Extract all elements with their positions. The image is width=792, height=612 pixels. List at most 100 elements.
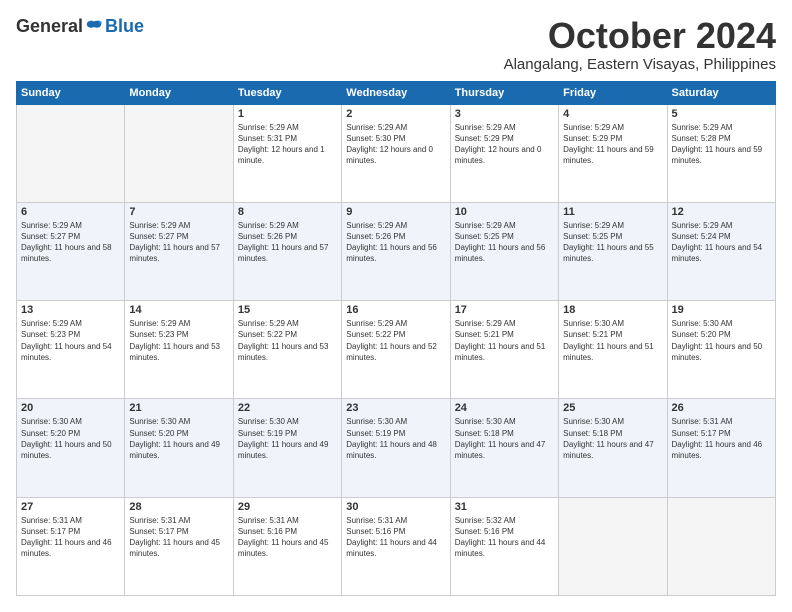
calendar-day-cell: 14 Sunrise: 5:29 AMSunset: 5:23 PMDayligh…: [125, 301, 233, 399]
day-info: Sunrise: 5:29 AMSunset: 5:29 PMDaylight:…: [455, 122, 554, 167]
day-info: Sunrise: 5:29 AMSunset: 5:22 PMDaylight:…: [346, 318, 445, 363]
calendar-day-cell: 2 Sunrise: 5:29 AMSunset: 5:30 PMDaylight…: [342, 104, 450, 202]
day-number: 10: [455, 206, 554, 218]
day-number: 23: [346, 402, 445, 414]
day-number: 12: [672, 206, 771, 218]
calendar-day-cell: 17Sunrise: 5:29 AMSunset: 5:21 PMDayligh…: [450, 301, 558, 399]
day-info: Sunrise: 5:29 AMSunset: 5:27 PMDaylight:…: [129, 220, 228, 265]
day-number: 21: [129, 402, 228, 414]
calendar-day-cell: 7 Sunrise: 5:29 AMSunset: 5:27 PMDaylight…: [125, 202, 233, 300]
logo-general-text: General: [16, 16, 83, 37]
logo-blue-text: Blue: [105, 16, 144, 37]
day-number: 16: [346, 304, 445, 316]
calendar-day-cell: 11 Sunrise: 5:29 AMSunset: 5:25 PMDayligh…: [559, 202, 667, 300]
day-info: Sunrise: 5:29 AMSunset: 5:26 PMDaylight:…: [346, 220, 445, 265]
day-number: 11: [563, 206, 662, 218]
day-number: 15: [238, 304, 337, 316]
day-number: 26: [672, 402, 771, 414]
calendar-day-cell: 22Sunrise: 5:30 AMSunset: 5:19 PMDayligh…: [233, 399, 341, 497]
day-number: 14: [129, 304, 228, 316]
calendar-day-cell: 10Sunrise: 5:29 AMSunset: 5:25 PMDayligh…: [450, 202, 558, 300]
day-info: Sunrise: 5:32 AMSunset: 5:16 PMDaylight:…: [455, 515, 554, 560]
day-info: Sunrise: 5:31 AMSunset: 5:17 PMDaylight:…: [672, 416, 771, 461]
calendar-day-cell: 29 Sunrise: 5:31 AMSunset: 5:16 PMDayligh…: [233, 497, 341, 595]
calendar-day-cell: 5Sunrise: 5:29 AMSunset: 5:28 PMDaylight…: [667, 104, 775, 202]
page-header: General Blue October 2024 Alangalang, Ea…: [16, 16, 776, 73]
calendar-day-cell: 16 Sunrise: 5:29 AMSunset: 5:22 PMDayligh…: [342, 301, 450, 399]
day-info: Sunrise: 5:29 AMSunset: 5:21 PMDaylight:…: [455, 318, 554, 363]
day-number: 31: [455, 501, 554, 513]
day-info: Sunrise: 5:30 AMSunset: 5:20 PMDaylight:…: [129, 416, 228, 461]
weekday-header-row: SundayMondayTuesdayWednesdayThursdayFrid…: [17, 81, 776, 104]
calendar-day-cell: 21 Sunrise: 5:30 AMSunset: 5:20 PMDayligh…: [125, 399, 233, 497]
day-number: 6: [21, 206, 120, 218]
day-info: Sunrise: 5:29 AMSunset: 5:26 PMDaylight:…: [238, 220, 337, 265]
day-info: Sunrise: 5:30 AMSunset: 5:20 PMDaylight:…: [672, 318, 771, 363]
calendar-week-row: 1Sunrise: 5:29 AMSunset: 5:31 PMDaylight…: [17, 104, 776, 202]
day-info: Sunrise: 5:29 AMSunset: 5:30 PMDaylight:…: [346, 122, 445, 167]
day-info: Sunrise: 5:31 AMSunset: 5:16 PMDaylight:…: [238, 515, 337, 560]
day-number: 18: [563, 304, 662, 316]
calendar-table: SundayMondayTuesdayWednesdayThursdayFrid…: [16, 81, 776, 596]
calendar-day-cell: 4Sunrise: 5:29 AMSunset: 5:29 PMDaylight…: [559, 104, 667, 202]
calendar-day-cell: 13Sunrise: 5:29 AMSunset: 5:23 PMDayligh…: [17, 301, 125, 399]
weekday-header-thursday: Thursday: [450, 81, 558, 104]
calendar-day-cell: 24Sunrise: 5:30 AMSunset: 5:18 PMDayligh…: [450, 399, 558, 497]
day-info: Sunrise: 5:29 AMSunset: 5:22 PMDaylight:…: [238, 318, 337, 363]
calendar-day-cell: 1Sunrise: 5:29 AMSunset: 5:31 PMDaylight…: [233, 104, 341, 202]
calendar-day-cell: 6 Sunrise: 5:29 AMSunset: 5:27 PMDaylight…: [17, 202, 125, 300]
location-subtitle: Alangalang, Eastern Visayas, Philippines: [504, 56, 776, 73]
day-number: 29: [238, 501, 337, 513]
weekday-header-monday: Monday: [125, 81, 233, 104]
calendar-day-cell: 30 Sunrise: 5:31 AMSunset: 5:16 PMDayligh…: [342, 497, 450, 595]
title-block: October 2024 Alangalang, Eastern Visayas…: [504, 16, 776, 73]
day-info: Sunrise: 5:29 AMSunset: 5:25 PMDaylight:…: [563, 220, 662, 265]
weekday-header-tuesday: Tuesday: [233, 81, 341, 104]
calendar-day-cell: 19 Sunrise: 5:30 AMSunset: 5:20 PMDayligh…: [667, 301, 775, 399]
calendar-day-cell: 20 Sunrise: 5:30 AMSunset: 5:20 PMDayligh…: [17, 399, 125, 497]
calendar-day-cell: 27 Sunrise: 5:31 AMSunset: 5:17 PMDayligh…: [17, 497, 125, 595]
weekday-header-sunday: Sunday: [17, 81, 125, 104]
day-info: Sunrise: 5:29 AMSunset: 5:24 PMDaylight:…: [672, 220, 771, 265]
day-number: 9: [346, 206, 445, 218]
calendar-day-cell: [125, 104, 233, 202]
day-number: 13: [21, 304, 120, 316]
month-title: October 2024: [504, 16, 776, 56]
day-number: 3: [455, 108, 554, 120]
day-number: 25: [563, 402, 662, 414]
day-number: 24: [455, 402, 554, 414]
day-number: 30: [346, 501, 445, 513]
day-number: 27: [21, 501, 120, 513]
day-number: 7: [129, 206, 228, 218]
day-info: Sunrise: 5:31 AMSunset: 5:16 PMDaylight:…: [346, 515, 445, 560]
calendar-day-cell: 18 Sunrise: 5:30 AMSunset: 5:21 PMDayligh…: [559, 301, 667, 399]
day-number: 5: [672, 108, 771, 120]
day-number: 2: [346, 108, 445, 120]
calendar-day-cell: 15 Sunrise: 5:29 AMSunset: 5:22 PMDayligh…: [233, 301, 341, 399]
day-info: Sunrise: 5:29 AMSunset: 5:27 PMDaylight:…: [21, 220, 120, 265]
weekday-header-wednesday: Wednesday: [342, 81, 450, 104]
day-info: Sunrise: 5:29 AMSunset: 5:31 PMDaylight:…: [238, 122, 337, 167]
day-number: 28: [129, 501, 228, 513]
calendar-day-cell: 31 Sunrise: 5:32 AMSunset: 5:16 PMDayligh…: [450, 497, 558, 595]
day-number: 4: [563, 108, 662, 120]
day-info: Sunrise: 5:31 AMSunset: 5:17 PMDaylight:…: [21, 515, 120, 560]
calendar-day-cell: 28Sunrise: 5:31 AMSunset: 5:17 PMDayligh…: [125, 497, 233, 595]
day-number: 20: [21, 402, 120, 414]
day-number: 22: [238, 402, 337, 414]
weekday-header-friday: Friday: [559, 81, 667, 104]
logo-bird-icon: [85, 19, 103, 35]
logo: General Blue: [16, 16, 144, 37]
day-info: Sunrise: 5:30 AMSunset: 5:21 PMDaylight:…: [563, 318, 662, 363]
day-info: Sunrise: 5:30 AMSunset: 5:19 PMDaylight:…: [346, 416, 445, 461]
day-info: Sunrise: 5:30 AMSunset: 5:18 PMDaylight:…: [563, 416, 662, 461]
calendar-day-cell: 25 Sunrise: 5:30 AMSunset: 5:18 PMDayligh…: [559, 399, 667, 497]
calendar-week-row: 27 Sunrise: 5:31 AMSunset: 5:17 PMDayligh…: [17, 497, 776, 595]
calendar-day-cell: 8Sunrise: 5:29 AMSunset: 5:26 PMDaylight…: [233, 202, 341, 300]
day-number: 19: [672, 304, 771, 316]
calendar-day-cell: 26 Sunrise: 5:31 AMSunset: 5:17 PMDayligh…: [667, 399, 775, 497]
calendar-day-cell: 3 Sunrise: 5:29 AMSunset: 5:29 PMDaylight…: [450, 104, 558, 202]
day-info: Sunrise: 5:30 AMSunset: 5:20 PMDaylight:…: [21, 416, 120, 461]
day-info: Sunrise: 5:29 AMSunset: 5:23 PMDaylight:…: [129, 318, 228, 363]
calendar-day-cell: [667, 497, 775, 595]
